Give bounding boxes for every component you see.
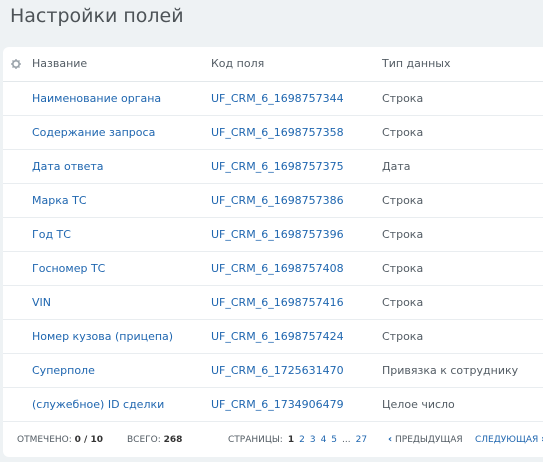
field-code-link[interactable]: UF_CRM_6_1698757408 — [211, 252, 344, 285]
table-row: Суперполе UF_CRM_6_1725631470 Привязка к с… — [3, 354, 543, 388]
page-link[interactable]: 2 — [299, 435, 305, 445]
field-type: Строка — [382, 330, 424, 343]
field-name-link[interactable]: Суперполе — [32, 354, 95, 387]
field-name-link[interactable]: Содержание запроса — [32, 116, 155, 149]
page-link: 1 — [287, 435, 295, 445]
field-code-link[interactable]: UF_CRM_6_1698757386 — [211, 184, 344, 217]
next-page-button[interactable]: СЛЕДУЮЩАЯ › — [475, 423, 543, 457]
gear-icon[interactable] — [11, 59, 21, 69]
table-row: Год ТС UF_CRM_6_1698757396 Строка — [3, 218, 543, 252]
field-type: Дата — [382, 160, 411, 173]
field-code-link[interactable]: UF_CRM_6_1698757375 — [211, 150, 344, 183]
total-value: 268 — [163, 435, 183, 445]
table-row: Содержание запроса UF_CRM_6_1698757358 Стр… — [3, 116, 543, 150]
field-type: Целое число — [382, 398, 455, 411]
field-name-link[interactable]: Номер кузова (прицепа) — [32, 320, 173, 353]
page-link[interactable]: 4 — [321, 435, 327, 445]
column-header-type[interactable]: Тип данных — [382, 47, 450, 81]
total-label: ВСЕГО: — [127, 435, 161, 445]
field-type: Строка — [382, 296, 424, 309]
selected-value: 0 / 10 — [74, 435, 103, 445]
table-row: Госномер ТС UF_CRM_6_1698757408 Строка — [3, 252, 543, 286]
pages-label: СТРАНИЦЫ: — [228, 435, 283, 445]
field-type: Строка — [382, 126, 424, 139]
field-code-link[interactable]: UF_CRM_6_1698757344 — [211, 82, 344, 115]
page-link[interactable]: 27 — [356, 435, 367, 445]
field-code-link[interactable]: UF_CRM_6_1698757416 — [211, 286, 344, 319]
table-row: (служебное) ID сделки UF_CRM_6_1734906479… — [3, 388, 543, 422]
selected-count: ОТМЕЧЕНО: 0 / 10 — [17, 423, 103, 457]
field-code-link[interactable]: UF_CRM_6_1698757358 — [211, 116, 344, 149]
selected-label: ОТМЕЧЕНО: — [17, 435, 72, 445]
field-code-link[interactable]: UF_CRM_6_1734906479 — [211, 388, 344, 421]
column-header-name[interactable]: Название — [32, 47, 87, 81]
column-header-code[interactable]: Код поля — [211, 47, 264, 81]
field-code-link[interactable]: UF_CRM_6_1698757396 — [211, 218, 344, 251]
field-name-link[interactable]: Марка ТС — [32, 184, 87, 217]
field-name-link[interactable]: Госномер ТС — [32, 252, 105, 285]
field-code-link[interactable]: UF_CRM_6_1698757424 — [211, 320, 344, 353]
prev-label: ПРЕДЫДУЩАЯ — [395, 435, 463, 445]
chevron-left-icon: ‹ — [388, 434, 393, 445]
field-type: Строка — [382, 92, 424, 105]
prev-page-button[interactable]: ‹ ПРЕДЫДУЩАЯ — [388, 423, 463, 457]
table-row: Марка ТС UF_CRM_6_1698757386 Строка — [3, 184, 543, 218]
field-name-link[interactable]: (служебное) ID сделки — [32, 388, 164, 421]
next-label: СЛЕДУЮЩАЯ — [475, 435, 539, 445]
table-header: Название Код поля Тип данных — [3, 47, 543, 82]
page-link[interactable]: 3 — [310, 435, 316, 445]
pagination: СТРАНИЦЫ: 1 2 3 4 5... 27 — [228, 423, 372, 457]
field-name-link[interactable]: Наименование органа — [32, 82, 161, 115]
field-type: Строка — [382, 228, 424, 241]
page-ellipsis: ... — [342, 435, 351, 445]
field-type: Привязка к сотруднику — [382, 364, 519, 377]
field-code-link[interactable]: UF_CRM_6_1725631470 — [211, 354, 344, 387]
table-row: Номер кузова (прицепа) UF_CRM_6_169875742… — [3, 320, 543, 354]
total-count: ВСЕГО: 268 — [127, 423, 182, 457]
field-name-link[interactable]: VIN — [32, 286, 51, 319]
table-row: Дата ответа UF_CRM_6_1698757375 Дата — [3, 150, 543, 184]
field-type: Строка — [382, 262, 424, 275]
table-row: VIN UF_CRM_6_1698757416 Строка — [3, 286, 543, 320]
table-row: Наименование органа UF_CRM_6_1698757344 Ст… — [3, 82, 543, 116]
field-type: Строка — [382, 194, 424, 207]
table-footer: ОТМЕЧЕНО: 0 / 10 ВСЕГО: 268 СТРАНИЦЫ: 1 2 3… — [3, 423, 543, 457]
field-name-link[interactable]: Год ТС — [32, 218, 71, 251]
page-link[interactable]: 5 — [331, 435, 337, 445]
field-name-link[interactable]: Дата ответа — [32, 150, 104, 183]
fields-table: Название Код поля Тип данных Наименовани… — [3, 47, 543, 457]
page-title: Настройки полей — [10, 5, 184, 27]
